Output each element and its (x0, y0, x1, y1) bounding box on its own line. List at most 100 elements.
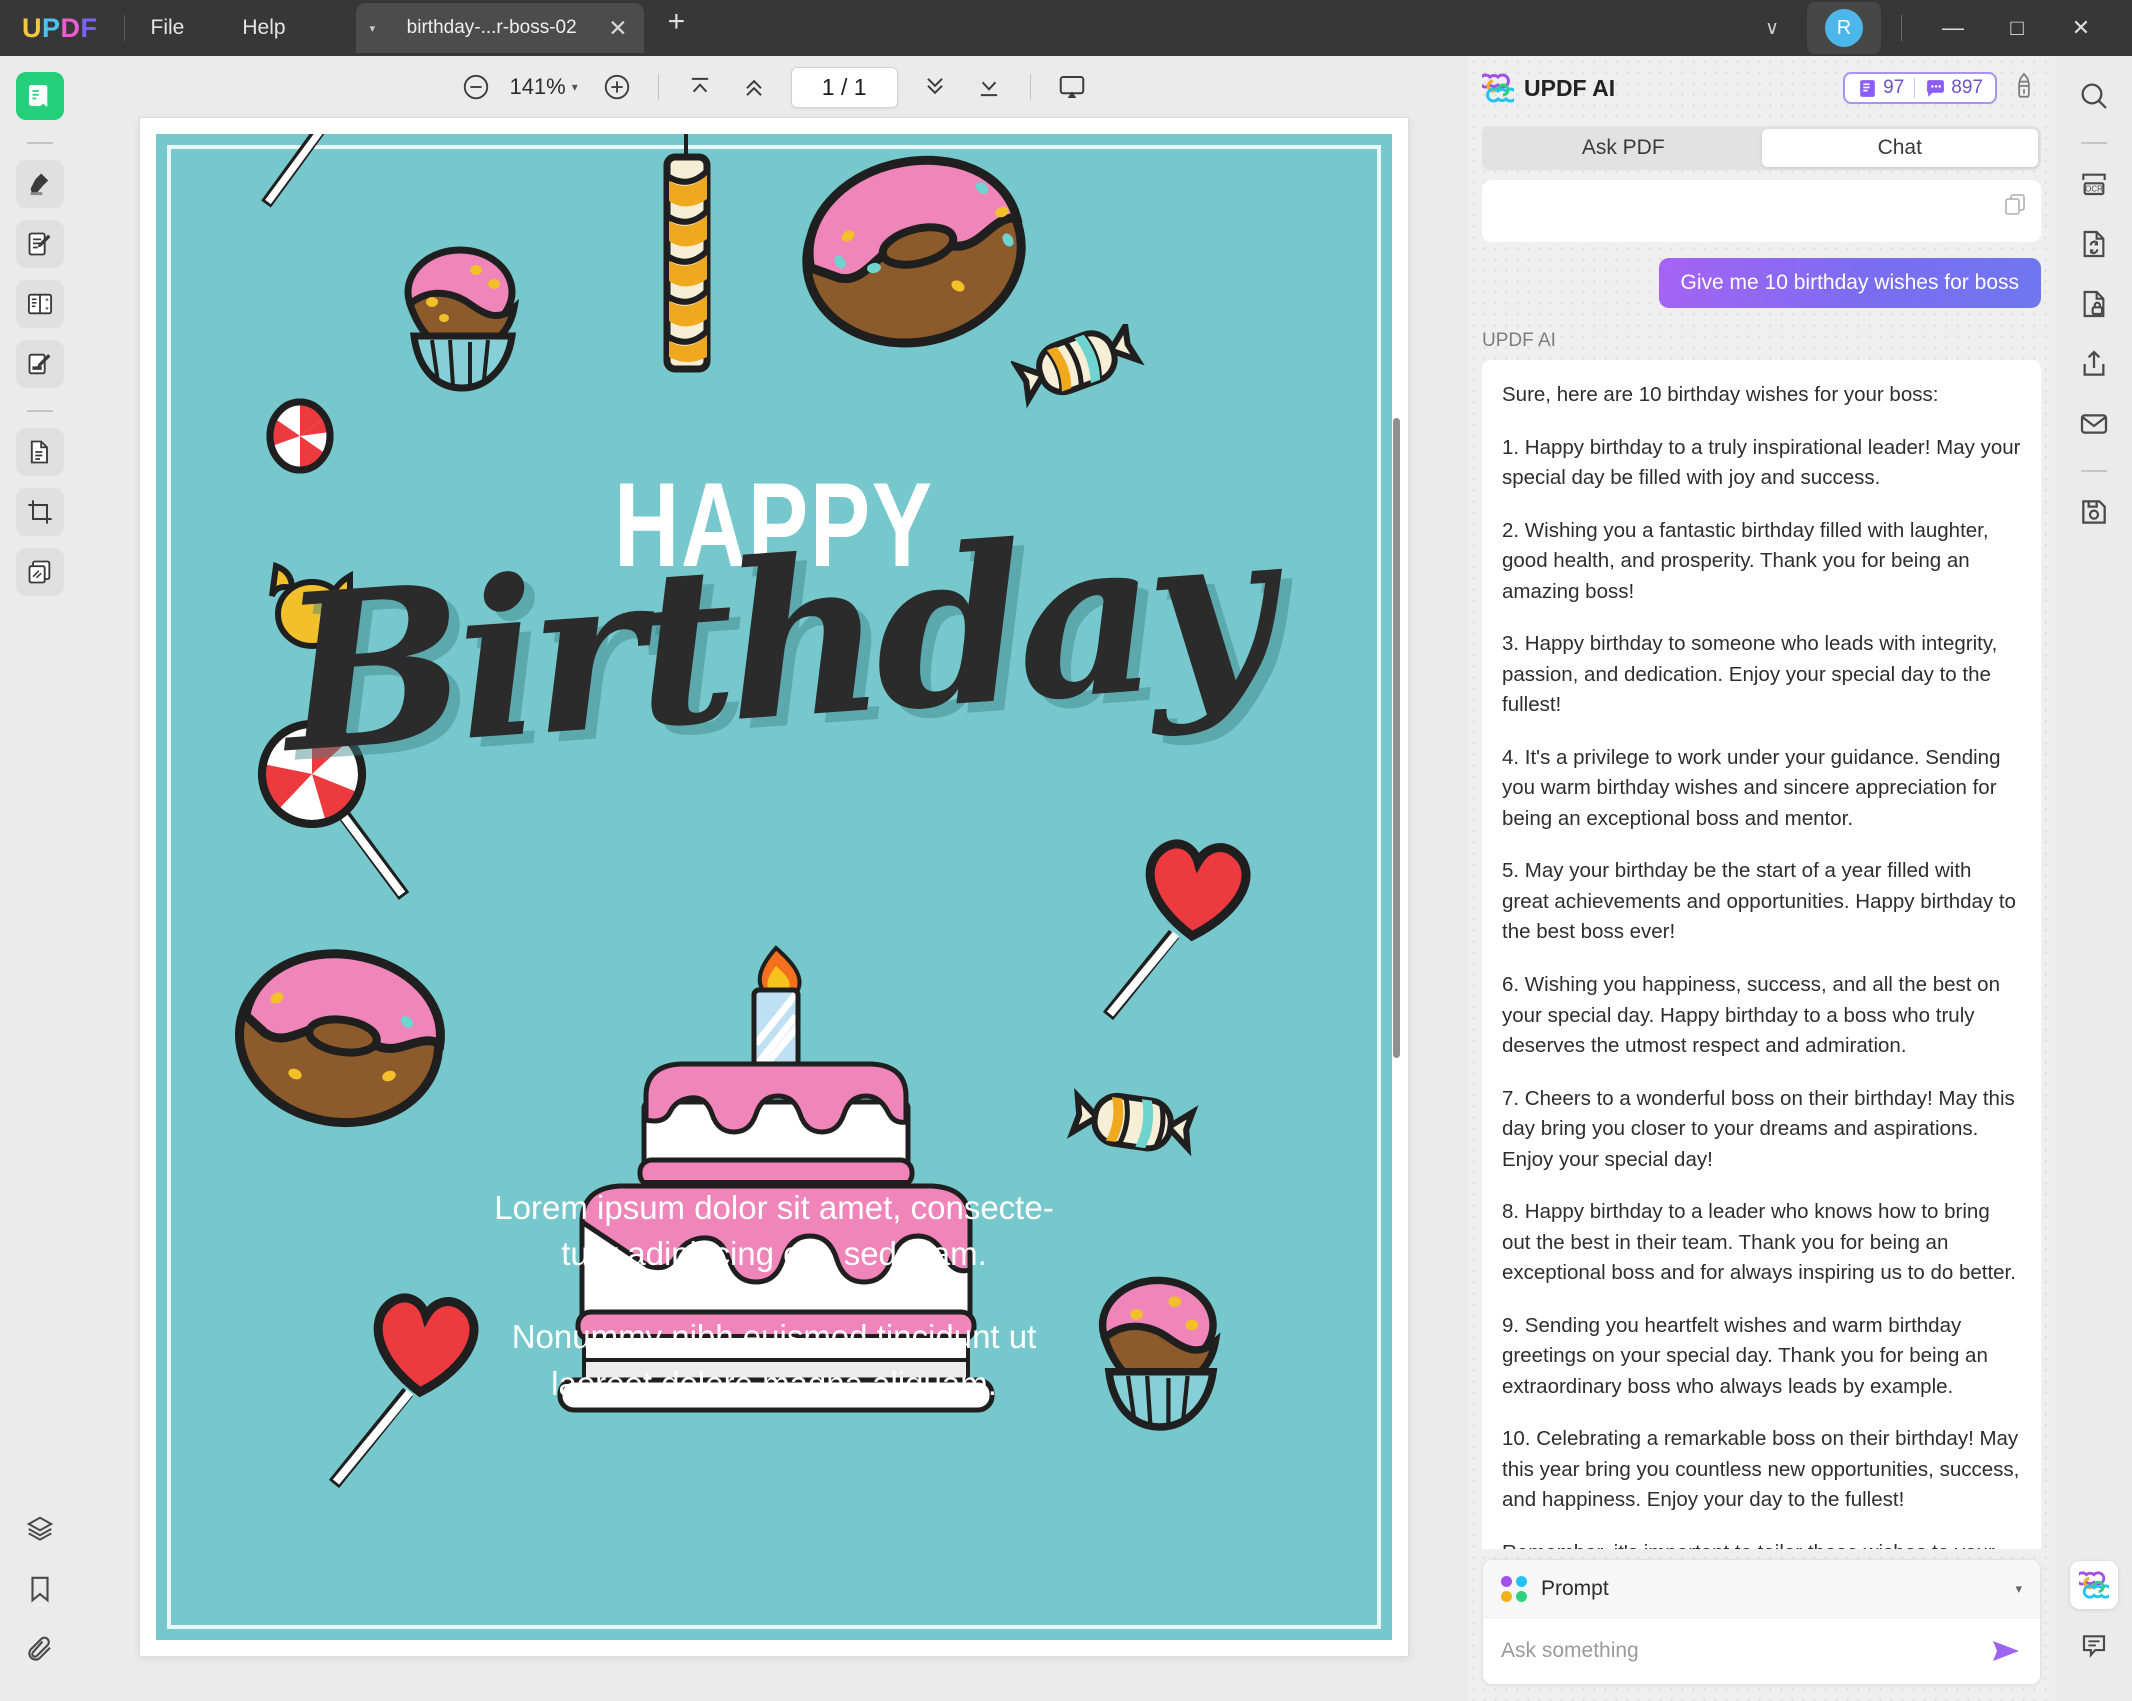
document-tab[interactable]: ▾ birthday-...r-boss-02 ✕ (355, 3, 644, 53)
prev-page-icon (746, 79, 762, 96)
sidebar-item-crop-page[interactable] (16, 488, 64, 536)
tab-chat[interactable]: Chat (1761, 129, 2038, 167)
donut-decoration (802, 155, 1026, 348)
next-page-button[interactable] (908, 65, 962, 109)
wrapped-candy-decoration-2 (1066, 1087, 1199, 1157)
sidebar-item-edit-pdf[interactable] (16, 340, 64, 388)
user-message: Give me 10 birthday wishes for boss (1658, 258, 2041, 308)
cupcake-decoration (404, 246, 520, 392)
sidebar-item-highlighter[interactable] (16, 160, 64, 208)
wrapped-candy-decoration (1011, 324, 1145, 409)
titlebar-right: ∨ R — □ ✕ (1739, 0, 2132, 56)
page-scrollbar[interactable] (1393, 418, 1400, 1058)
menu-help[interactable]: Help (242, 16, 285, 40)
first-page-button[interactable] (673, 65, 727, 109)
toolbar-divider (657, 74, 659, 100)
sidebar-item-protect[interactable] (2070, 280, 2118, 328)
sidebar-item-comments-panel[interactable] (2070, 1621, 2118, 1669)
clear-brush-icon (2018, 72, 2030, 98)
assistant-line: 5. May your birthday be the start of a y… (1502, 859, 2016, 944)
avatar: R (1825, 9, 1863, 47)
tab-ask-pdf[interactable]: Ask PDF (1485, 129, 1762, 167)
sidebar-item-updf-ai[interactable] (2069, 1561, 2118, 1609)
sidebar-item-share[interactable] (2070, 340, 2118, 388)
sidebar-item-save[interactable] (2070, 488, 2118, 536)
prev-page-button[interactable] (727, 65, 781, 109)
sidebar-item-attachments[interactable] (16, 1625, 64, 1673)
clear-chat-button[interactable] (2011, 72, 2037, 105)
zoom-out-icon (464, 74, 489, 100)
chevron-down-icon[interactable]: ▾ (2015, 1581, 2022, 1597)
prompt-selector[interactable]: Prompt ▾ (1483, 1560, 2040, 1618)
pages-credit-icon (1860, 79, 1876, 97)
paperclip-icon (28, 1636, 51, 1661)
sidebar-item-batch-process[interactable] (16, 548, 64, 596)
sidebar-item-convert[interactable] (2070, 220, 2118, 268)
assistant-line: Sure, here are 10 birthday wishes for yo… (1502, 383, 1939, 406)
ask-input[interactable] (1501, 1639, 1990, 1663)
assistant-line: 3. Happy birthday to someone who leads w… (1502, 632, 1998, 717)
sidebar-item-email[interactable] (2070, 400, 2118, 448)
crop-icon (28, 500, 52, 524)
assistant-line: 1. Happy birthday to a truly inspiration… (1502, 435, 2021, 490)
donut-decoration-2 (234, 949, 445, 1128)
pdf-page[interactable]: HAPPY Birthday Lorem ipsum dolor sit ame… (140, 118, 1408, 1656)
ask-row (1483, 1618, 2040, 1684)
present-mode-button[interactable] (1045, 65, 1099, 109)
last-page-icon (980, 81, 997, 97)
sidebar-item-layers[interactable] (16, 1505, 64, 1553)
assistant-line: 10. Celebrating a remarkable boss on the… (1502, 1427, 2020, 1512)
page-scroll-area[interactable]: HAPPY Birthday Lorem ipsum dolor sit ame… (80, 118, 1468, 1701)
sidebar-item-ocr[interactable]: OCR (2070, 160, 2118, 208)
sidebar-item-search[interactable] (2070, 72, 2118, 120)
sidebar-item-organize-pages[interactable] (16, 280, 64, 328)
zoom-level[interactable]: 141% (509, 74, 565, 100)
assistant-line: 7. Cheers to a wonderful boss on their b… (1502, 1086, 2015, 1171)
sidebar-item-comment[interactable] (16, 220, 64, 268)
window-close-button[interactable]: ✕ (2050, 15, 2112, 41)
highlighter-icon (30, 173, 49, 196)
ai-credits-badge[interactable]: 97 897 (1843, 72, 1997, 104)
chevron-down-icon[interactable]: ∨ (1739, 7, 1805, 50)
zoom-in-button[interactable] (590, 65, 644, 109)
toolbar-divider-2 (1029, 74, 1031, 100)
assistant-line: 4. It's a privilege to work under your g… (1502, 745, 2001, 830)
updf-ai-panel: UPDF AI 97 897 Ask PDF Chat Give me 10 b… (1468, 56, 2055, 1701)
prompt-label: Prompt (1541, 1576, 1609, 1600)
share-icon (2083, 350, 2104, 376)
minimize-button[interactable]: — (1922, 15, 1984, 41)
ai-composer: Prompt ▾ (1482, 1559, 2041, 1685)
sidebar-item-convert-pdf[interactable] (16, 428, 64, 476)
send-icon[interactable] (1990, 1638, 2022, 1664)
zoom-out-button[interactable] (449, 65, 503, 109)
rail-divider (27, 142, 53, 144)
assistant-line: 6. Wishing you happiness, success, and a… (1502, 972, 2000, 1058)
account-button[interactable]: R (1807, 2, 1881, 54)
main-area: 141% ▾ 1 / 1 HAPPY Birthday Lorem ipsum … (0, 56, 2132, 1701)
sidebar-item-reader-mode[interactable] (16, 72, 64, 120)
chat-credit-value: 897 (1951, 77, 1983, 98)
new-tab-button[interactable]: + (668, 5, 686, 39)
document-toolbar: 141% ▾ 1 / 1 (80, 56, 1468, 118)
titlebar-left: UPDF File Help ▾ birthday-...r-boss-02 ✕… (0, 0, 685, 56)
updf-ai-clover-icon (1482, 73, 1514, 103)
pages-credit: 97 (1857, 77, 1904, 99)
chat-scroll-area[interactable]: Give me 10 birthday wishes for boss UPDF… (1468, 180, 2055, 1549)
maximize-button[interactable]: □ (1986, 15, 2048, 41)
chevron-down-icon[interactable]: ▾ (572, 80, 578, 94)
menu-file[interactable]: File (151, 16, 185, 40)
copy-icon[interactable] (2003, 192, 2027, 216)
last-page-button[interactable] (962, 65, 1016, 109)
updf-ai-icon (2078, 1571, 2109, 1599)
close-icon[interactable]: ✕ (608, 15, 627, 42)
envelope-icon (2080, 414, 2107, 434)
present-mode-icon (1059, 76, 1084, 98)
titlebar-divider-2 (1901, 15, 1902, 41)
first-page-icon (691, 77, 708, 93)
credit-divider (1914, 78, 1916, 98)
left-toolbar (0, 56, 80, 1701)
zoom-in-icon (604, 74, 629, 100)
sidebar-item-bookmarks[interactable] (16, 1565, 64, 1613)
lock-file-icon (2083, 290, 2104, 318)
page-indicator[interactable]: 1 / 1 (790, 66, 898, 108)
